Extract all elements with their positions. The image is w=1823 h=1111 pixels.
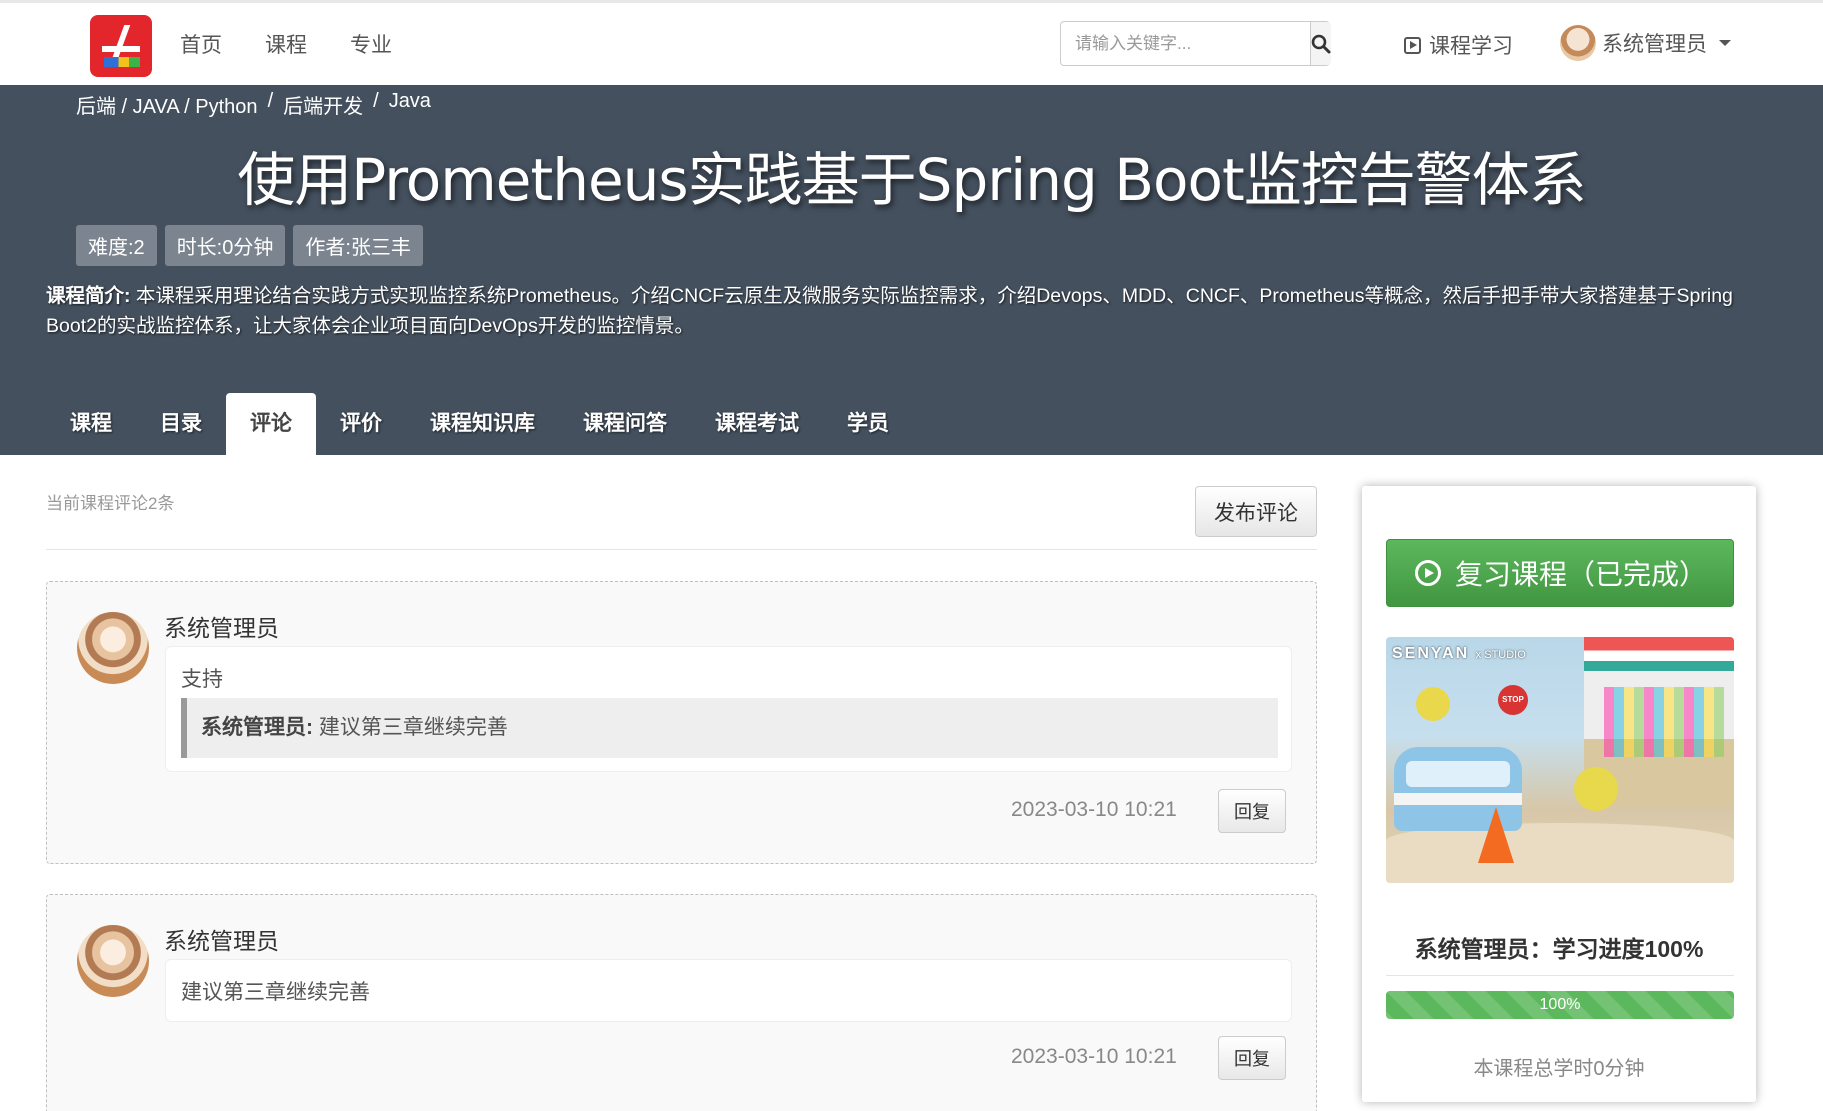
course-intro-label: 课程简介: xyxy=(46,285,131,307)
reply-text: 建议第三章继续完善 xyxy=(313,716,508,739)
tab-course[interactable]: 课程 xyxy=(46,393,136,455)
course-hero: 后端 / JAVA / Python / 后端开发 / Java 使用Prome… xyxy=(0,85,1823,455)
progress-bar-fill: 100% xyxy=(1386,991,1734,1019)
duration-badge: 时长:0分钟 xyxy=(164,225,286,266)
breadcrumb-subcategory[interactable]: 后端开发 xyxy=(283,90,363,119)
review-course-button[interactable]: 复习课程（已完成） xyxy=(1386,539,1734,607)
user-name: 系统管理员 xyxy=(1602,33,1707,56)
review-course-label: 复习课程（已完成） xyxy=(1455,559,1708,590)
breadcrumb: 后端 / JAVA / Python / 后端开发 / Java xyxy=(76,90,431,119)
user-menu[interactable]: 系统管理员 xyxy=(1560,25,1731,61)
top-nav: 首页 课程 专业 课程学习 系统管理员 xyxy=(0,0,1823,85)
comment-item: 系统管理员 支持 系统管理员: 建议第三章继续完善 2023-03-10 10:… xyxy=(46,581,1317,864)
course-learning-link[interactable]: 课程学习 xyxy=(1404,30,1513,60)
comment-time: 2023-03-10 10:21 xyxy=(1011,1045,1177,1068)
progress-bar: 100% xyxy=(1386,991,1734,1019)
total-study-time: 本课程总学时0分钟 xyxy=(1473,1058,1645,1080)
comment-body: 支持 系统管理员: 建议第三章继续完善 xyxy=(165,646,1292,772)
cover-stop-sign: STOP xyxy=(1498,685,1528,715)
play-circle-icon xyxy=(1415,560,1441,586)
reply-button[interactable]: 回复 xyxy=(1218,1036,1286,1080)
publish-comment-button[interactable]: 发布评论 xyxy=(1195,486,1317,537)
divider xyxy=(46,549,1317,550)
cover-brand-name: SENYAN xyxy=(1392,645,1470,662)
play-square-icon xyxy=(1404,36,1421,54)
comment-author: 系统管理员 xyxy=(164,615,279,641)
course-tags: 难度:2 时长:0分钟 作者:张三丰 xyxy=(76,225,423,266)
breadcrumb-separator: / xyxy=(373,90,379,112)
tab-catalog[interactable]: 目录 xyxy=(136,393,226,455)
search-icon xyxy=(1311,34,1331,53)
comment-item: 系统管理员 建议第三章继续完善 2023-03-10 10:21 回复 xyxy=(46,894,1317,1111)
comment-text: 支持 xyxy=(181,668,223,691)
comment-count: 当前课程评论2条 xyxy=(46,494,175,513)
caret-down-icon xyxy=(1719,40,1731,46)
site-logo[interactable] xyxy=(90,15,152,77)
course-title: 使用Prometheus实践基于Spring Boot监控告警体系 xyxy=(237,146,1586,214)
breadcrumb-separator: / xyxy=(267,90,274,112)
course-intro: 课程简介: 本课程采用理论结合实践方式实现监控系统Prometheus。介绍CN… xyxy=(46,281,1766,341)
comment-author: 系统管理员 xyxy=(164,928,279,954)
tab-qa[interactable]: 课程问答 xyxy=(559,393,691,455)
progress-label: 系统管理员：学习进度100% xyxy=(1414,936,1704,962)
nav-link-home[interactable]: 首页 xyxy=(180,29,222,59)
reply-author: 系统管理员: xyxy=(201,716,313,739)
nav-link-majors[interactable]: 专业 xyxy=(350,29,392,59)
breadcrumb-category[interactable]: 后端 / JAVA / Python xyxy=(76,90,258,119)
tab-students[interactable]: 学员 xyxy=(823,393,913,455)
avatar xyxy=(77,612,149,684)
course-intro-text: 本课程采用理论结合实践方式实现监控系统Prometheus。介绍CNCF云原生及… xyxy=(46,285,1733,337)
divider xyxy=(1386,975,1734,976)
search-box xyxy=(1060,21,1331,66)
breadcrumb-current[interactable]: Java xyxy=(389,90,431,119)
tab-reviews[interactable]: 评价 xyxy=(316,393,406,455)
avatar xyxy=(77,925,149,997)
reply-button[interactable]: 回复 xyxy=(1218,789,1286,833)
nav-link-courses[interactable]: 课程 xyxy=(265,29,307,59)
comment-reply-quote: 系统管理员: 建议第三章继续完善 xyxy=(181,698,1278,758)
author-badge: 作者:张三丰 xyxy=(293,225,423,266)
course-progress-card: 复习课程（已完成） STOP SENYAN x STUDIO 系统管理员：学习进… xyxy=(1362,486,1756,1102)
comment-time: 2023-03-10 10:21 xyxy=(1011,798,1177,821)
cover-brand: SENYAN x STUDIO xyxy=(1392,645,1526,663)
comment-text: 建议第三章继续完善 xyxy=(181,981,370,1004)
course-learning-label: 课程学习 xyxy=(1429,35,1513,58)
course-cover-image: STOP SENYAN x STUDIO xyxy=(1386,637,1734,883)
search-button[interactable] xyxy=(1310,22,1331,65)
course-tabs: 课程 目录 评论 评价 课程知识库 课程问答 课程考试 学员 xyxy=(46,393,913,455)
tab-exam[interactable]: 课程考试 xyxy=(691,393,823,455)
user-avatar xyxy=(1560,25,1596,61)
cover-brand-suffix: x STUDIO xyxy=(1475,649,1526,661)
comment-body: 建议第三章继续完善 xyxy=(165,959,1292,1022)
tab-comments[interactable]: 评论 xyxy=(226,393,316,455)
search-input[interactable] xyxy=(1061,22,1310,65)
nav-links: 首页 课程 专业 xyxy=(180,29,392,59)
tab-knowledge-base[interactable]: 课程知识库 xyxy=(406,393,559,455)
difficulty-badge: 难度:2 xyxy=(76,225,157,266)
